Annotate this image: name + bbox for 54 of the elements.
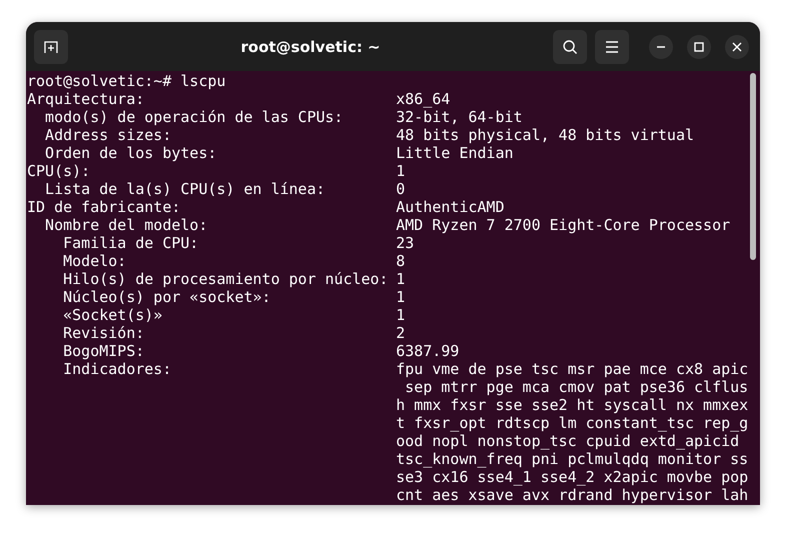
field-value: h mmx fxsr sse sse2 ht syscall nx mmxex [396,396,748,414]
field-label: Modelo: [63,252,126,270]
field-value: x86_64 [396,90,450,108]
field-value: Little Endian [396,144,514,162]
field-label: BogoMIPS: [63,342,144,360]
field-label: Núcleo(s) por «socket»: [63,288,271,306]
field-value: 1 [396,306,406,324]
scrollbar-thumb[interactable] [750,73,756,260]
minimize-button[interactable] [649,34,673,58]
window-title: root@solvetic: ~ [240,38,382,56]
field-label: Nombre del modelo: [45,216,208,234]
field-value: AuthenticAMD [396,198,504,216]
field-label: modo(s) de operación de las CPUs: [45,108,344,126]
menu-icon [605,40,619,52]
search-icon [562,38,578,54]
field-value: 48 bits physical, 48 bits virtual [396,126,694,144]
field-value: 1 [396,270,406,288]
field-value: 1 [396,162,406,180]
close-button[interactable] [725,34,749,58]
field-value: AMD Ryzen 7 2700 Eight-Core Processor [396,216,730,234]
maximize-icon [694,42,704,52]
close-icon [732,42,742,52]
field-value: cnt aes xsave avx rdrand hypervisor lah [396,486,748,504]
maximize-button[interactable] [687,34,711,58]
field-label: Indicadores: [63,360,172,380]
field-value: 2 [396,324,406,342]
field-value: t fxsr_opt rdtscp lm constant_tsc rep_g [396,414,748,432]
field-label: Hilo(s) de procesamiento por núcleo: [63,270,388,288]
field-label: CPU(s): [27,162,90,180]
field-value: sep mtrr pge mca cmov pat pse36 clflus [404,378,748,396]
field-value: 8 [396,252,406,270]
field-value: 1 [396,288,406,306]
field-value: tsc_known_freq pni pclmulqdq monitor ss [396,450,748,468]
field-value: 0 [396,180,406,198]
field-value: fpu vme de pse tsc msr pae mce cx8 apic [396,360,748,378]
field-label: ID de fabricante: [27,198,181,216]
field-value: 32-bit, 64-bit [396,108,522,126]
minimize-icon [656,46,666,48]
field-label: Orden de los bytes: [45,144,217,162]
menu-button[interactable] [595,30,629,64]
field-label: «Socket(s)» [63,306,162,324]
field-label: Arquitectura: [27,90,144,108]
field-value: 23 [396,234,414,252]
field-label: Lista de la(s) CPU(s) en línea: [45,180,326,198]
field-label: Revisión: [63,324,144,342]
field-value: ood nopl nonstop_tsc cpuid extd_apicid [396,432,740,450]
command-prompt: root@solvetic:~# lscpu [27,72,226,90]
field-value: se3 cx16 sse4_1 sse4_2 x2apic movbe pop [396,468,748,486]
new-tab-icon [43,38,59,54]
new-tab-button[interactable] [34,30,68,64]
search-button[interactable] [553,30,587,64]
field-label: Address sizes: [45,126,172,144]
field-label: Familia de CPU: [63,234,199,252]
field-value: 6387.99 [396,342,460,360]
